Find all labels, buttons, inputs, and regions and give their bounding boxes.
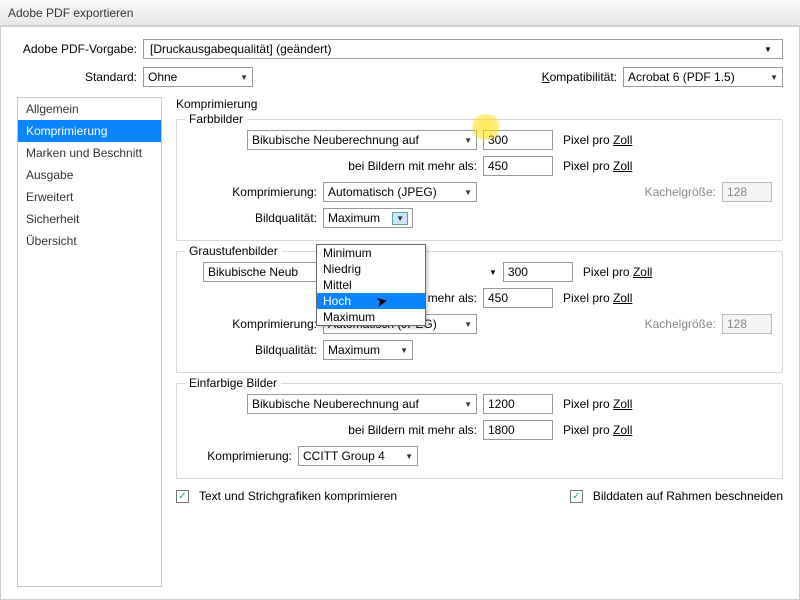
preset-row: Adobe PDF-Vorgabe: [Druckausgabequalität… <box>17 39 783 59</box>
panel-heading: Komprimierung <box>176 97 783 111</box>
cb-text-compress-label: Text und Strichgrafiken komprimieren <box>199 489 397 503</box>
chevron-down-icon: ▼ <box>464 188 472 197</box>
color-quality-select[interactable]: Maximum ▼ <box>323 208 413 228</box>
chevron-down-icon: ▼ <box>489 268 497 277</box>
gray-tile-value: 128 <box>722 314 772 334</box>
mono-resample-value[interactable]: 1200 <box>483 394 553 414</box>
chevron-down-icon: ▼ <box>464 136 472 145</box>
sidebar-item-erweitert[interactable]: Erweitert <box>18 186 161 208</box>
color-threshold-label: bei Bildern mit mehr als: <box>247 159 477 173</box>
chevron-down-icon: ▼ <box>464 400 472 409</box>
sidebar: Allgemein Komprimierung Marken und Besch… <box>17 97 162 587</box>
chevron-down-icon: ▼ <box>392 212 408 225</box>
cb-text-compress[interactable]: ✓ <box>176 490 189 503</box>
color-compress-label: Komprimierung: <box>187 185 317 199</box>
quality-option-maximum[interactable]: Maximum <box>317 309 425 325</box>
sidebar-item-sicherheit[interactable]: Sicherheit <box>18 208 161 230</box>
color-tile-value: 128 <box>722 182 772 202</box>
titlebar: Adobe PDF exportieren <box>0 0 800 26</box>
quality-dropdown[interactable]: Minimum Niedrig Mittel Hoch Maximum <box>316 244 426 326</box>
quality-option-niedrig[interactable]: Niedrig <box>317 261 425 277</box>
mono-threshold-value[interactable]: 1800 <box>483 420 553 440</box>
color-threshold-value[interactable]: 450 <box>483 156 553 176</box>
window-title: Adobe PDF exportieren <box>8 6 133 20</box>
group-mono: Einfarbige Bilder Bikubische Neuberechnu… <box>176 383 783 479</box>
group-gray: Graustufenbilder Bikubische Neub ▼ 300 P… <box>176 251 783 373</box>
gray-quality-label: Bildqualität: <box>187 343 317 357</box>
quality-option-mittel[interactable]: Mittel <box>317 277 425 293</box>
color-quality-label: Bildqualität: <box>187 211 317 225</box>
compat-label: Kompatibilität: <box>542 70 617 84</box>
gray-tile-label: Kachelgröße: <box>645 317 716 331</box>
mono-threshold-label: bei Bildern mit mehr als: <box>247 423 477 437</box>
mono-compress-select[interactable]: CCITT Group 4 ▼ <box>298 446 418 466</box>
dialog: Adobe PDF-Vorgabe: [Druckausgabequalität… <box>0 26 800 600</box>
gray-resample-select[interactable]: Bikubische Neub <box>203 262 321 282</box>
sidebar-item-allgemein[interactable]: Allgemein <box>18 98 161 120</box>
main-panel: Komprimierung Farbbilder Bikubische Neub… <box>176 97 783 587</box>
group-gray-title: Graustufenbilder <box>185 244 282 258</box>
gray-resample-value[interactable]: 300 <box>503 262 573 282</box>
gray-compress-label: Komprimierung: <box>187 317 317 331</box>
cb-crop-label: Bilddaten auf Rahmen beschneiden <box>593 489 783 503</box>
gray-threshold-value[interactable]: 450 <box>483 288 553 308</box>
standard-label: Standard: <box>17 70 137 84</box>
quality-option-hoch[interactable]: Hoch <box>317 293 425 309</box>
standard-compat-row: Standard: Ohne ▼ Kompatibilität: Acrobat… <box>17 67 783 87</box>
chevron-down-icon: ▼ <box>400 346 408 355</box>
chevron-down-icon: ▼ <box>405 452 413 461</box>
gray-quality-select[interactable]: Maximum ▼ <box>323 340 413 360</box>
color-tile-label: Kachelgröße: <box>645 185 716 199</box>
preset-select[interactable]: [Druckausgabequalität] (geändert) ▼ <box>143 39 783 59</box>
color-resample-select[interactable]: Bikubische Neuberechnung auf ▼ <box>247 130 477 150</box>
group-color: Farbbilder Bikubische Neuberechnung auf … <box>176 119 783 241</box>
ppi-label: Pixel pro Zoll <box>563 133 632 147</box>
group-mono-title: Einfarbige Bilder <box>185 376 281 390</box>
group-color-title: Farbbilder <box>185 112 247 126</box>
preset-value: [Druckausgabequalität] (geändert) <box>150 42 331 56</box>
footer-row: ✓ Text und Strichgrafiken komprimieren ✓… <box>176 489 783 503</box>
preset-label: Adobe PDF-Vorgabe: <box>17 42 137 56</box>
sidebar-item-uebersicht[interactable]: Übersicht <box>18 230 161 252</box>
quality-option-minimum[interactable]: Minimum <box>317 245 425 261</box>
mono-compress-label: Komprimierung: <box>187 449 292 463</box>
mono-resample-select[interactable]: Bikubische Neuberechnung auf ▼ <box>247 394 477 414</box>
cb-crop[interactable]: ✓ <box>570 490 583 503</box>
chevron-down-icon: ▼ <box>240 73 248 82</box>
compat-select[interactable]: Acrobat 6 (PDF 1.5) ▼ <box>623 67 783 87</box>
color-resample-value[interactable]: 300 <box>483 130 553 150</box>
chevron-down-icon: ▼ <box>770 73 778 82</box>
sidebar-item-komprimierung[interactable]: Komprimierung <box>18 120 161 142</box>
standard-select[interactable]: Ohne ▼ <box>143 67 253 87</box>
sidebar-item-ausgabe[interactable]: Ausgabe <box>18 164 161 186</box>
sidebar-item-marken[interactable]: Marken und Beschnitt <box>18 142 161 164</box>
chevron-down-icon: ▼ <box>464 320 472 329</box>
color-compress-select[interactable]: Automatisch (JPEG) ▼ <box>323 182 477 202</box>
chevron-down-icon: ▼ <box>760 45 776 54</box>
